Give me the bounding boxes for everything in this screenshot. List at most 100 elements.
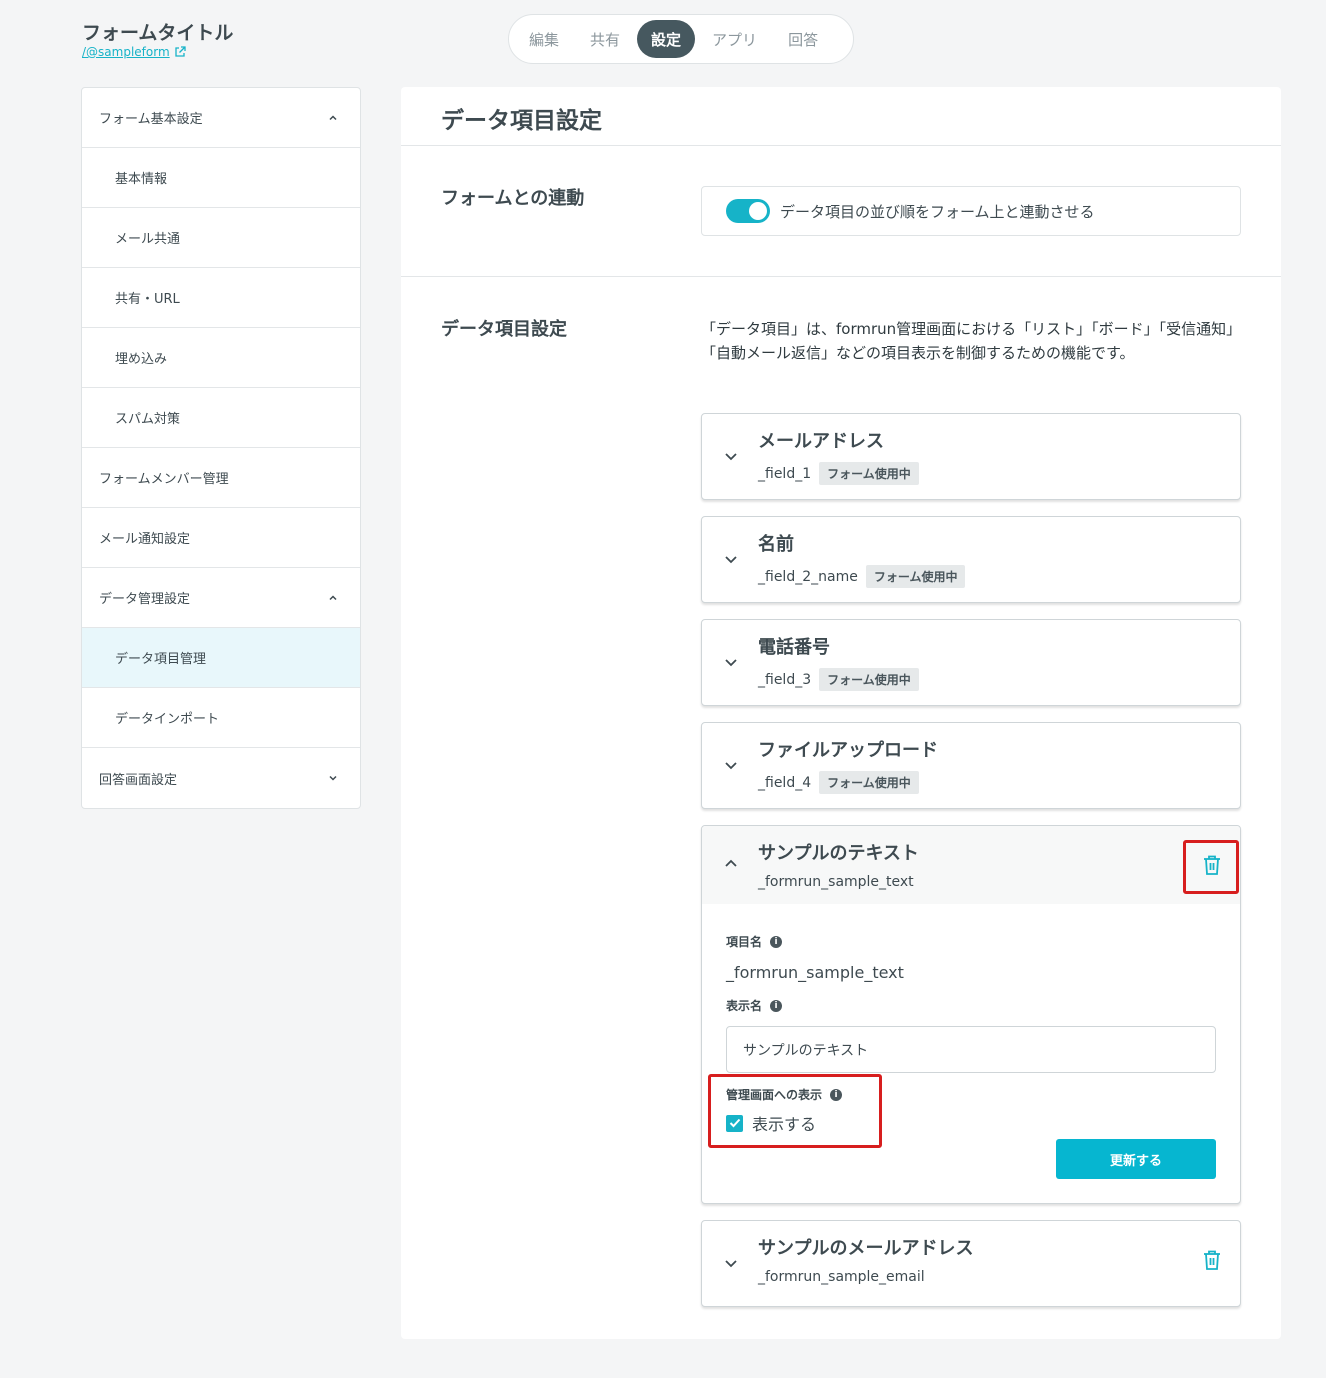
field-card-header[interactable]: 電話番号 _field_3 フォーム使用中: [702, 620, 1240, 705]
field-card-email[interactable]: メールアドレス _field_1 フォーム使用中: [701, 413, 1241, 500]
item-name-label-text: 項目名: [726, 935, 763, 949]
sidebar-item-label: メール共通: [115, 232, 181, 247]
tab-settings[interactable]: 設定: [637, 20, 696, 58]
sidebar-item-label: データ項目管理: [115, 652, 207, 667]
chevron-down-icon[interactable]: [724, 1258, 738, 1268]
sidebar-item-label: メール通知設定: [99, 532, 191, 547]
chevron-up-icon: [329, 114, 337, 120]
info-icon[interactable]: i: [830, 1088, 843, 1101]
show-in-admin-checkbox[interactable]: [726, 1114, 743, 1132]
field-card-title: 電話番号: [758, 637, 830, 658]
page-title: データ項目設定: [441, 108, 602, 134]
in-use-badge: フォーム使用中: [819, 462, 919, 485]
field-key: _field_2_name: [758, 568, 858, 585]
field-key: _field_1: [758, 465, 812, 482]
data-fields-description: 「データ項目」は、formrun管理画面における「リスト」「ボード」「受信通知」…: [701, 320, 1242, 362]
show-in-admin-checkbox-row[interactable]: 表示する: [726, 1111, 816, 1135]
sidebar-item-label: フォーム基本設定: [99, 112, 203, 127]
divider: [401, 276, 1281, 277]
field-key: _formrun_sample_email: [758, 1269, 925, 1285]
sidebar-item-label: データインポート: [115, 712, 220, 727]
display-name-label: 表示名 i: [726, 997, 783, 1014]
field-card-title: メールアドレス: [758, 431, 884, 452]
show-in-admin-label: 表示する: [752, 1115, 817, 1134]
main-panel: データ項目設定 フォームとの連動 データ項目の並び順をフォーム上と連動させる デ…: [401, 87, 1281, 1339]
sidebar-item-mail-notify[interactable]: メール通知設定: [82, 508, 360, 568]
chevron-down-icon[interactable]: [724, 657, 738, 667]
trash-icon[interactable]: [1203, 855, 1221, 875]
chevron-down-icon: [329, 775, 337, 781]
sidebar-item-form-basic-settings[interactable]: フォーム基本設定: [82, 88, 360, 148]
field-card-header[interactable]: 名前 _field_2_name フォーム使用中: [702, 517, 1240, 602]
admin-display-label: 管理画面への表示 i: [726, 1086, 843, 1103]
sidebar-item-basic-info[interactable]: 基本情報: [82, 148, 360, 208]
tab-edit[interactable]: 編集: [515, 20, 573, 58]
sidebar-item-label: フォームメンバー管理: [99, 472, 229, 487]
sidebar-item-label: スパム対策: [115, 412, 181, 427]
display-name-label-text: 表示名: [726, 999, 763, 1013]
field-card-title: サンプルのテキスト: [758, 843, 919, 864]
sidebar-item-response-screen[interactable]: 回答画面設定: [82, 748, 360, 808]
chevron-down-icon[interactable]: [724, 451, 738, 461]
form-title: フォームタイトル: [82, 22, 234, 44]
form-link-section-label: フォームとの連動: [441, 188, 585, 209]
field-card-header[interactable]: サンプルのテキスト _formrun_sample_text: [702, 826, 1240, 904]
field-key: _field_4: [758, 774, 812, 791]
sidebar-item-label: 回答画面設定: [99, 772, 178, 788]
chevron-up-icon[interactable]: [724, 859, 738, 869]
sidebar-item-label: データ管理設定: [99, 592, 191, 607]
chevron-down-icon[interactable]: [724, 760, 738, 770]
trash-icon[interactable]: [1203, 1250, 1221, 1270]
field-card-title: サンプルのメールアドレス: [758, 1238, 974, 1259]
sidebar-item-mail-common[interactable]: メール共通: [82, 208, 360, 268]
top-tabs: 編集 共有 設定 アプリ 回答: [508, 14, 854, 64]
check-icon: [729, 1118, 740, 1128]
order-link-toggle-box: データ項目の並び順をフォーム上と連動させる: [701, 186, 1241, 236]
info-icon[interactable]: i: [770, 999, 783, 1012]
field-card-title: 名前: [758, 534, 794, 555]
item-name-label: 項目名 i: [726, 933, 783, 950]
sidebar-item-embed[interactable]: 埋め込み: [82, 328, 360, 388]
external-link-icon: [175, 46, 186, 57]
field-card-header[interactable]: メールアドレス _field_1 フォーム使用中: [702, 414, 1240, 499]
update-button[interactable]: 更新する: [1056, 1139, 1216, 1179]
field-card-sub: _field_1 フォーム使用中: [758, 462, 919, 485]
field-card-header[interactable]: ファイルアップロード _field_4 フォーム使用中: [702, 723, 1240, 808]
sidebar-item-spam[interactable]: スパム対策: [82, 388, 360, 448]
sidebar-item-data-fields[interactable]: データ項目管理: [82, 628, 360, 688]
sidebar-item-form-members[interactable]: フォームメンバー管理: [82, 448, 360, 508]
order-link-toggle[interactable]: [726, 199, 770, 223]
order-link-toggle-label: データ項目の並び順をフォーム上と連動させる: [780, 202, 1095, 221]
display-name-input[interactable]: [726, 1026, 1216, 1073]
field-card-name[interactable]: 名前 _field_2_name フォーム使用中: [701, 516, 1241, 603]
form-url-link[interactable]: /@sampleform: [82, 45, 186, 59]
sidebar-item-data-management[interactable]: データ管理設定: [82, 568, 360, 628]
tab-share[interactable]: 共有: [576, 20, 634, 58]
field-card-title: ファイルアップロード: [758, 740, 938, 761]
tab-responses[interactable]: 回答: [774, 20, 832, 58]
settings-sidebar: フォーム基本設定 基本情報 メール共通 共有・URL 埋め込み スパム対策 フォ…: [81, 87, 361, 809]
chevron-up-icon: [329, 594, 337, 600]
field-card-sub: _field_3 フォーム使用中: [758, 668, 919, 691]
tab-apps[interactable]: アプリ: [698, 20, 771, 58]
form-url-text[interactable]: /@sampleform: [82, 45, 170, 59]
sidebar-item-label: 基本情報: [115, 172, 168, 187]
item-name-value: _formrun_sample_text: [726, 963, 904, 982]
field-card-sub: _field_2_name フォーム使用中: [758, 565, 966, 588]
info-icon[interactable]: i: [770, 935, 783, 948]
sidebar-item-label: 共有・URL: [115, 292, 180, 307]
admin-display-label-text: 管理画面への表示: [726, 1088, 823, 1102]
in-use-badge: フォーム使用中: [865, 565, 966, 588]
field-card-header[interactable]: サンプルのメールアドレス _formrun_sample_email: [702, 1221, 1240, 1306]
field-card-sample-email[interactable]: サンプルのメールアドレス _formrun_sample_email: [701, 1220, 1241, 1307]
field-card-phone[interactable]: 電話番号 _field_3 フォーム使用中: [701, 619, 1241, 706]
sidebar-item-label: 埋め込み: [115, 352, 168, 367]
field-card-file-upload[interactable]: ファイルアップロード _field_4 フォーム使用中: [701, 722, 1241, 809]
field-card-sub: _field_4 フォーム使用中: [758, 771, 919, 794]
sidebar-item-data-import[interactable]: データインポート: [82, 688, 360, 748]
field-key: _field_3: [758, 671, 812, 688]
in-use-badge: フォーム使用中: [819, 771, 919, 794]
sidebar-item-share-url[interactable]: 共有・URL: [82, 268, 360, 328]
chevron-down-icon[interactable]: [724, 554, 738, 564]
field-key: _formrun_sample_text: [758, 874, 914, 890]
